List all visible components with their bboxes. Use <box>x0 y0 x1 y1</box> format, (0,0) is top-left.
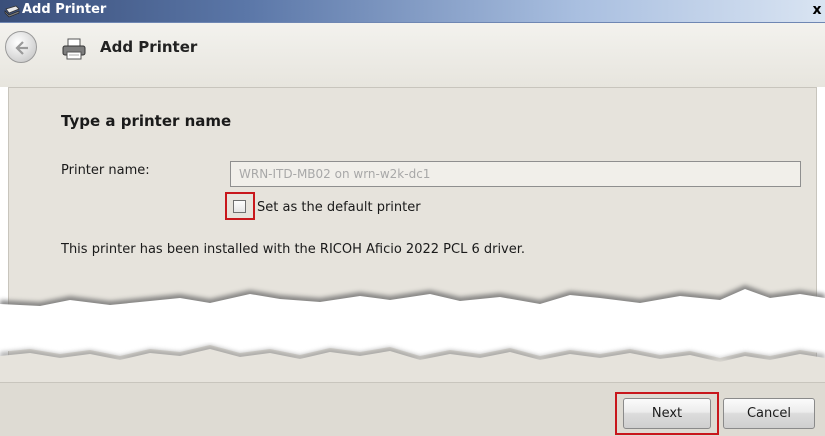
back-button[interactable] <box>5 31 37 63</box>
wizard-header: Add Printer <box>0 23 825 87</box>
wizard-title: Add Printer <box>100 38 198 56</box>
close-button[interactable]: x <box>809 1 825 19</box>
printer-icon <box>4 5 20 18</box>
window-title-bar[interactable]: Add Printer x <box>0 0 825 23</box>
driver-info-text: This printer has been installed with the… <box>61 242 526 257</box>
checkbox-highlight-box <box>225 192 255 220</box>
torn-edge-divider <box>0 285 825 382</box>
next-highlight-box <box>615 392 719 435</box>
cancel-button[interactable]: Cancel <box>723 398 815 429</box>
window-title: Add Printer <box>22 2 107 17</box>
printer-name-label: Printer name: <box>61 163 150 178</box>
page-heading: Type a printer name <box>61 112 232 130</box>
default-printer-label[interactable]: Set as the default printer <box>257 200 421 215</box>
printer-icon <box>62 38 86 60</box>
printer-name-input[interactable]: WRN-ITD-MB02 on wrn-w2k-dc1 <box>230 161 801 187</box>
back-arrow-icon <box>15 41 28 55</box>
